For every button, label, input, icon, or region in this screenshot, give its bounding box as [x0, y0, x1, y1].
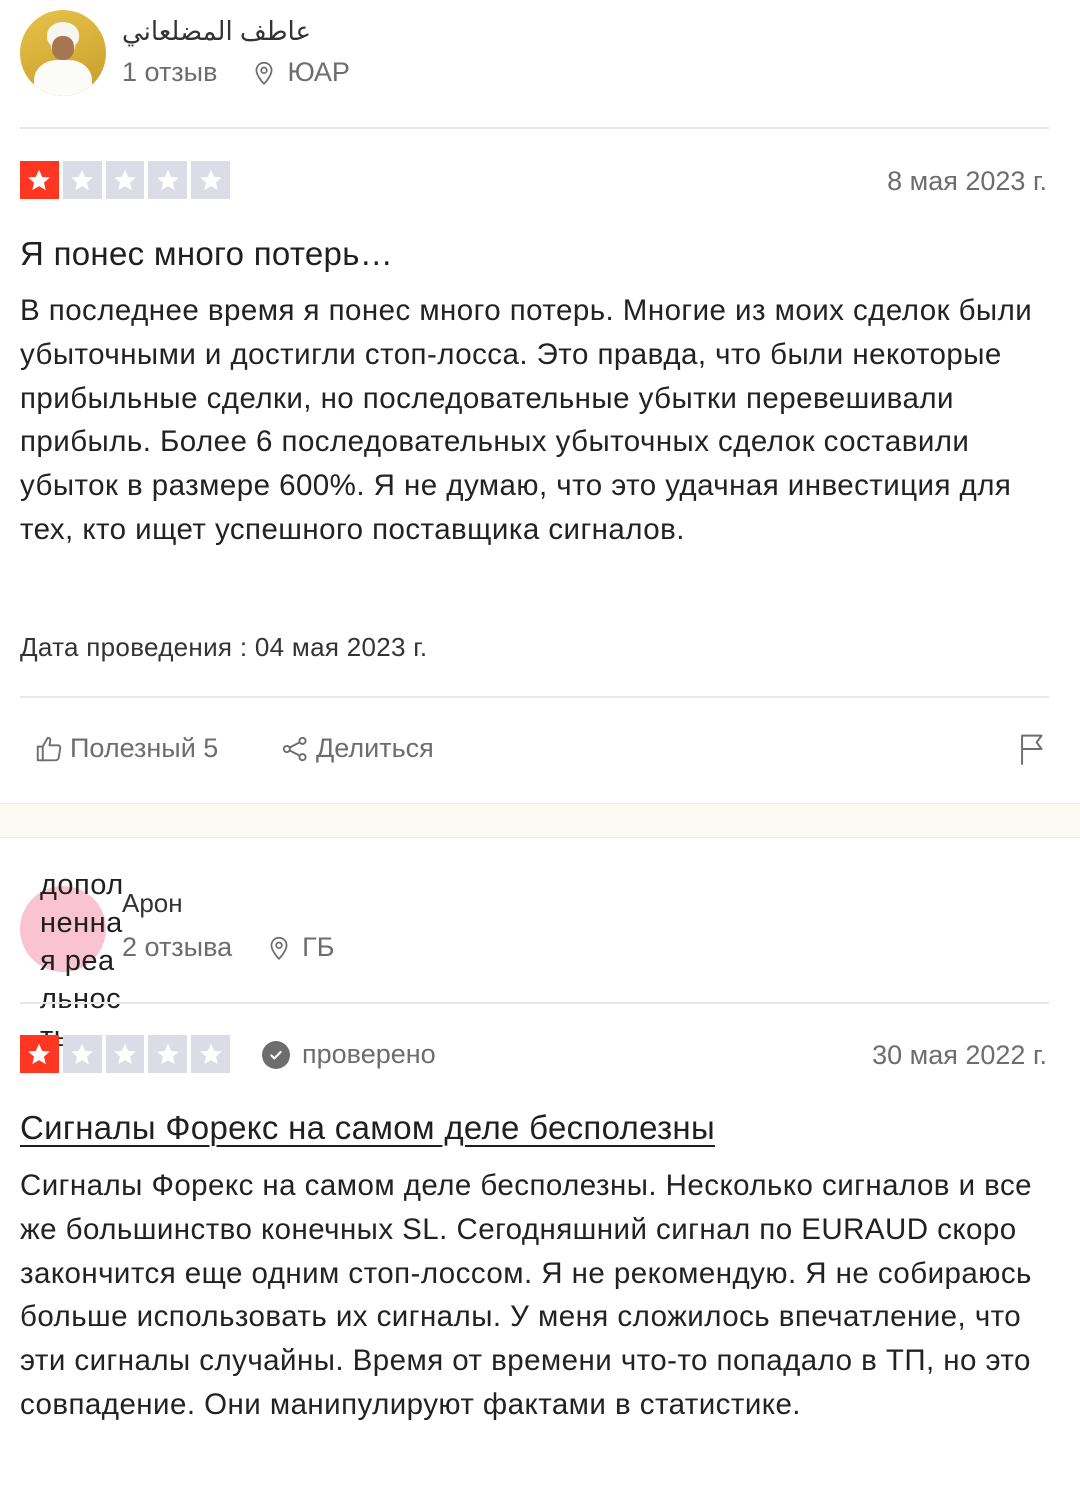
divider [20, 127, 1049, 129]
review-title[interactable]: Сигналы Форекс на самом деле бесполезны [20, 1109, 715, 1147]
review-date: 8 мая 2023 г. [887, 166, 1047, 196]
review-card-1: عاطف المضلعاني 1 отзыв ЮАР 8 мая 2023 г.… [0, 0, 1080, 803]
experience-date: Дата проведения : 04 мая 2023 г. [20, 632, 428, 662]
star-icon [105, 161, 145, 199]
star-icon [148, 1035, 188, 1073]
share-icon [282, 736, 307, 761]
location-pin-icon [270, 936, 288, 960]
star-icon [105, 1035, 145, 1073]
share-button[interactable]: Делиться [280, 733, 434, 764]
reviewer-meta: 1 отзыв ЮАР [122, 57, 350, 88]
reviewer-name[interactable]: Арон [122, 888, 183, 919]
share-label: Делиться [316, 733, 434, 763]
star-rating [20, 161, 230, 199]
useful-label: Полезный 5 [70, 733, 219, 763]
verified-label: проверено [302, 1039, 436, 1069]
star-rating [20, 1035, 230, 1073]
flag-icon[interactable] [1018, 732, 1048, 766]
reviewer-avatar[interactable] [20, 10, 106, 96]
avatar-alt-text: дополненная реальность [40, 869, 124, 1053]
star-icon [148, 161, 188, 199]
review-card-2: дополненная реальность Арон 2 отзыва ГБ … [0, 838, 1080, 1499]
location-pin-icon [255, 61, 273, 85]
star-icon [62, 161, 102, 199]
divider [20, 696, 1049, 698]
verified-check-icon [262, 1040, 290, 1069]
reviewer-avatar[interactable]: дополненная реальность [20, 869, 123, 1053]
divider [20, 1002, 1049, 1004]
reviewer-country: ГБ [302, 932, 335, 962]
star-icon [20, 1035, 59, 1073]
star-icon [191, 161, 230, 199]
thumbs-up-icon [36, 736, 62, 761]
star-icon [191, 1035, 230, 1073]
review-title[interactable]: Я понес много потерь… [20, 235, 393, 273]
reviews-count: 2 отзыва [122, 932, 233, 962]
reviewer-country: ЮАР [287, 57, 350, 87]
review-separator [0, 803, 1080, 838]
useful-button[interactable]: Полезный 5 [34, 733, 218, 764]
star-icon [62, 1035, 102, 1073]
reviewer-meta: 2 отзыва ГБ [122, 932, 335, 963]
reviewer-name[interactable]: عاطف المضلعاني [122, 16, 311, 47]
reviews-count: 1 отзыв [122, 57, 218, 87]
star-icon [20, 161, 59, 199]
review-body: В последнее время я понес много потерь. … [20, 294, 1033, 546]
review-date: 30 мая 2022 г. [872, 1040, 1047, 1070]
review-body: Сигналы Форекс на самом деле бесполезны.… [20, 1169, 1032, 1421]
verified-badge[interactable]: проверено [262, 1039, 436, 1070]
